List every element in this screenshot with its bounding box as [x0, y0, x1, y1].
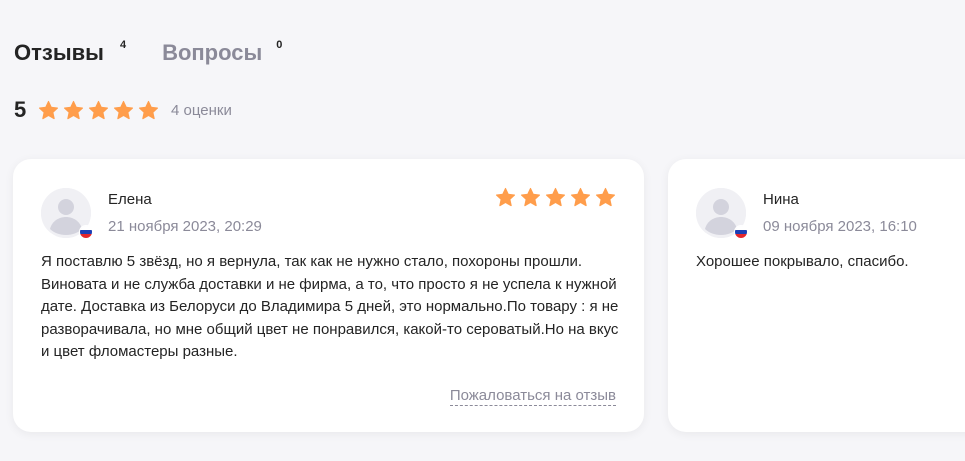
review-card: Нина 09 ноября 2023, 16:10 Хорошее покры…	[668, 159, 965, 432]
rating-summary: 5 4 оценки	[14, 96, 232, 124]
russia-flag-icon	[79, 225, 93, 239]
review-text: Я поставлю 5 звёзд, но я вернула, так ка…	[41, 253, 619, 360]
report-review-link[interactable]: Пожаловаться на отзыв	[449, 387, 616, 406]
star-icon	[495, 187, 516, 208]
review-text: Хорошее покрывало, спасибо.	[696, 253, 909, 270]
star-icon	[545, 187, 566, 208]
rating-value: 5	[14, 97, 27, 122]
tab-questions[interactable]: Вопросы 0	[162, 38, 282, 68]
rating-count[interactable]: 4 оценки	[171, 102, 232, 119]
star-icon	[595, 187, 616, 208]
review-tabs: Отзывы 4 Вопросы 0	[14, 38, 282, 68]
review-author[interactable]: Нина	[763, 191, 799, 208]
tab-questions-label: Вопросы	[162, 40, 263, 65]
rating-stars	[38, 100, 163, 121]
user-avatar-icon[interactable]	[41, 188, 93, 239]
tab-reviews-label: Отзывы	[14, 40, 104, 65]
star-icon	[63, 100, 84, 121]
star-icon	[570, 187, 591, 208]
review-stars	[491, 187, 616, 208]
star-icon	[138, 100, 159, 121]
tab-reviews-count: 4	[119, 39, 127, 51]
star-icon	[88, 100, 109, 121]
tab-questions-count: 0	[276, 39, 283, 51]
russia-flag-icon	[734, 225, 748, 239]
review-author[interactable]: Елена	[108, 191, 152, 208]
review-date: 09 ноября 2023, 16:10	[763, 218, 917, 235]
star-icon	[520, 187, 541, 208]
review-date: 21 ноября 2023, 20:29	[108, 218, 262, 235]
user-avatar-icon[interactable]	[696, 188, 748, 239]
star-icon	[38, 100, 59, 121]
review-card: Елена 21 ноября 2023, 20:29 Я поставлю 5…	[13, 159, 644, 432]
star-icon	[113, 100, 134, 121]
tab-reviews[interactable]: Отзывы 4	[14, 38, 126, 68]
